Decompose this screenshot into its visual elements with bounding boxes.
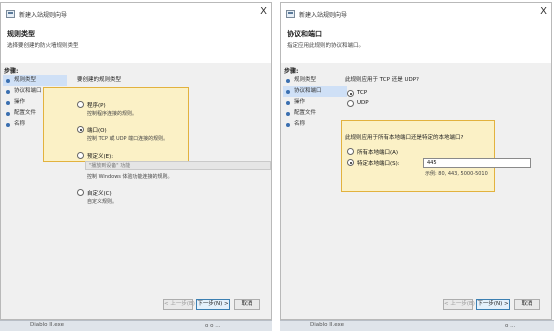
predefined-select[interactable]: "播放到设备" 功能	[85, 161, 271, 170]
option-predefined-desc: 控制 Windows 体验功能连接的规则。	[87, 174, 173, 180]
step-label: 操作	[14, 99, 26, 105]
cancel-button[interactable]: 取消	[514, 299, 540, 310]
option-port-label: 端口(O)	[87, 128, 107, 134]
bullet-icon	[6, 79, 10, 83]
window-title: 新建入站规则向导	[299, 12, 348, 19]
wizard-header: 规则类型 选择要创建的防火墙规则类型	[1, 25, 271, 64]
option-program-desc: 控制程序连接的规则。	[87, 111, 138, 117]
step-label: 协议和端口	[14, 88, 42, 94]
firewall-app-icon	[6, 10, 15, 18]
bullet-icon	[286, 112, 290, 116]
option-custom-label: 自定义(C)	[87, 191, 112, 197]
wizard-body: 步骤: 规则类型 协议和端口 操作 配置文件 名称 此规则应用于 TCP 还是 …	[281, 63, 551, 319]
option-port-desc: 控制 TCP 或 UDP 端口连接的规则。	[87, 136, 169, 142]
back-button[interactable]: < 上一步(B)	[443, 299, 475, 310]
protocol-prompt: 此规则应用于 TCP 还是 UDP?	[345, 77, 419, 83]
taskbar: Diablo II.exe o ...	[280, 320, 554, 331]
back-button[interactable]: < 上一步(B)	[163, 299, 195, 310]
ports-prompt: 此规则应用于所有本地端口还是特定的本地端口?	[345, 135, 464, 141]
step-label: 规则类型	[294, 77, 317, 83]
all-ports-label: 所有本地端口(A)	[357, 150, 399, 156]
steps-heading: 步骤:	[284, 68, 299, 75]
step-label: 名称	[14, 121, 26, 127]
step-label: 操作	[294, 99, 306, 105]
bullet-icon	[6, 101, 10, 105]
step-name[interactable]: 名称	[283, 119, 347, 130]
udp-label: UDP	[357, 100, 369, 106]
step-label: 配置文件	[14, 110, 37, 116]
rule-type-prompt: 要创建的规则类型	[77, 77, 122, 83]
step-label: 名称	[294, 121, 306, 127]
steps-list: 规则类型 协议和端口 操作 配置文件 名称	[283, 75, 347, 130]
radio-specific-ports[interactable]	[347, 159, 354, 166]
step-rule-type[interactable]: 规则类型	[3, 75, 67, 86]
bullet-icon	[286, 101, 290, 105]
bullet-icon	[286, 90, 290, 94]
bullet-icon	[286, 79, 290, 83]
close-icon[interactable]: X	[540, 7, 547, 17]
next-button[interactable]: 下一步(N) >	[476, 299, 510, 310]
next-button[interactable]: 下一步(N) >	[196, 299, 230, 310]
bullet-icon	[6, 90, 10, 94]
page-subtitle: 选择要创建的防火墙规则类型	[7, 43, 79, 49]
specific-ports-label: 特定本地端口(S):	[357, 161, 400, 167]
page-subtitle: 指定应用此规则的协议和端口。	[287, 43, 365, 49]
wizard-window-rule-type: 新建入站规则向导 X 规则类型 选择要创建的防火墙规则类型 步骤: 规则类型 协…	[0, 2, 272, 320]
wizard-window-protocol-ports: 新建入站规则向导 X 协议和端口 指定应用此规则的协议和端口。 步骤: 规则类型…	[280, 2, 552, 320]
highlight-box	[43, 87, 189, 162]
page-title: 协议和端口	[287, 30, 322, 38]
option-program-label: 程序(P)	[87, 103, 106, 109]
tray-icons: o ...	[505, 323, 516, 329]
port-input[interactable]: 445	[423, 158, 531, 168]
radio-custom[interactable]	[77, 189, 84, 196]
steps-heading: 步骤:	[4, 68, 19, 75]
highlight-box	[341, 120, 495, 192]
taskbar-item[interactable]: Diablo II.exe	[310, 322, 344, 328]
bullet-icon	[6, 112, 10, 116]
bullet-icon	[286, 123, 290, 127]
port-example: 示例: 80, 443, 5000-5010	[425, 171, 488, 177]
radio-predefined[interactable]	[77, 152, 84, 159]
tray-icons: o o ...	[205, 323, 221, 329]
step-label: 协议和端口	[294, 88, 322, 94]
step-profile[interactable]: 配置文件	[283, 108, 347, 119]
taskbar-item[interactable]: Diablo II.exe	[30, 322, 64, 328]
step-protocol-ports[interactable]: 协议和端口	[283, 86, 347, 97]
radio-port[interactable]	[77, 126, 84, 133]
wizard-header: 协议和端口 指定应用此规则的协议和端口。	[281, 25, 551, 64]
step-label: 配置文件	[294, 110, 317, 116]
radio-all-ports[interactable]	[347, 148, 354, 155]
wizard-body: 步骤: 规则类型 协议和端口 操作 配置文件 名称 要创建的规则类型 程序(P)…	[1, 63, 271, 319]
step-action[interactable]: 操作	[283, 97, 347, 108]
tcp-label: TCP	[357, 90, 368, 96]
wizard-content: 要创建的规则类型 程序(P) 控制程序连接的规则。 端口(O) 控制 TCP 或…	[43, 63, 271, 319]
option-custom-desc: 自定义规则。	[87, 199, 118, 205]
bullet-icon	[6, 123, 10, 127]
option-predefined-label: 预定义(E):	[87, 154, 114, 160]
radio-tcp[interactable]	[347, 90, 354, 97]
step-rule-type[interactable]: 规则类型	[283, 75, 347, 86]
firewall-app-icon	[286, 10, 295, 18]
title-bar: 新建入站规则向导 X	[281, 3, 551, 25]
page-title: 规则类型	[7, 30, 35, 38]
close-icon[interactable]: X	[260, 7, 267, 17]
window-title: 新建入站规则向导	[19, 12, 68, 19]
step-label: 规则类型	[14, 77, 37, 83]
taskbar: Diablo II.exe o o ...	[0, 320, 272, 331]
title-bar: 新建入站规则向导 X	[1, 3, 271, 25]
radio-program[interactable]	[77, 101, 84, 108]
cancel-button[interactable]: 取消	[234, 299, 260, 310]
radio-udp[interactable]	[347, 100, 354, 107]
wizard-content: 此规则应用于 TCP 还是 UDP? TCP UDP 此规则应用于所有本地端口还…	[341, 63, 551, 319]
